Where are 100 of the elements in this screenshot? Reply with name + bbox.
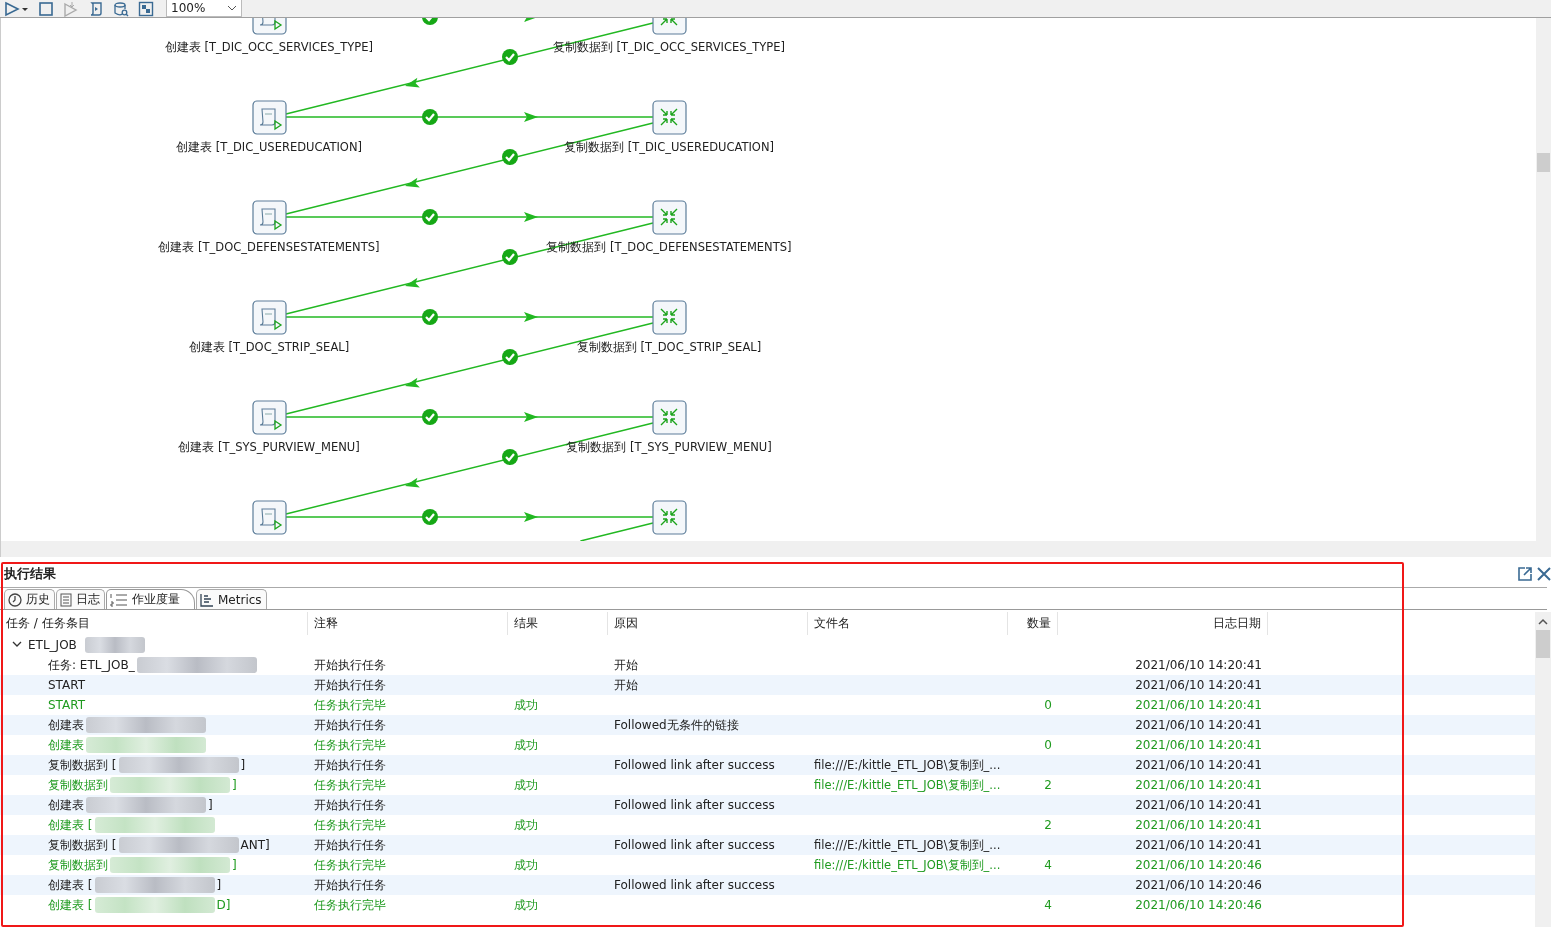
sql-script-node[interactable] xyxy=(252,18,287,35)
horizontal-scrollbar[interactable] xyxy=(1,541,1551,557)
table-cell: 2021/06/10 14:20:41 xyxy=(1135,818,1262,832)
table-cell: 开始执行任务 xyxy=(314,876,386,894)
tree-item[interactable]: 创建表 xyxy=(48,716,84,734)
list-icon xyxy=(110,592,128,607)
table-cell: 开始执行任务 xyxy=(314,716,386,734)
tree-item[interactable]: 复制数据到 [ xyxy=(48,836,117,854)
preview-icon[interactable] xyxy=(63,0,79,17)
table-cell: 2021/06/10 14:20:41 xyxy=(1135,838,1262,852)
transformation-node[interactable] xyxy=(652,200,687,235)
tree-item[interactable]: START xyxy=(48,698,86,712)
transformation-node[interactable] xyxy=(652,500,687,535)
hop-arrow[interactable] xyxy=(285,112,654,122)
tree-item[interactable]: 创建表 [ xyxy=(48,816,93,834)
table-cell: 开始执行任务 xyxy=(314,796,386,814)
transformation-node[interactable] xyxy=(652,400,687,435)
column-header[interactable]: 日志日期 xyxy=(1058,612,1268,635)
success-check-icon xyxy=(422,509,438,525)
vertical-scrollbar[interactable] xyxy=(1536,18,1551,541)
sql-script-node[interactable] xyxy=(252,400,287,435)
success-check-icon xyxy=(422,309,438,325)
maximize-icon[interactable] xyxy=(1517,566,1533,582)
table-cell: 任务执行完毕 xyxy=(314,736,386,754)
table-cell: 0 xyxy=(1044,698,1052,712)
scroll-thumb[interactable] xyxy=(1537,153,1550,172)
table-cell: Followed link after success xyxy=(614,878,775,892)
step-label: 创建表 [T_SYS_PURVIEW_MENU] xyxy=(178,440,360,454)
dropdown-caret-icon[interactable] xyxy=(227,4,237,12)
hop-arrow[interactable] xyxy=(285,312,654,322)
table-cell: 2021/06/10 14:20:41 xyxy=(1135,758,1262,772)
table-cell: 开始执行任务 xyxy=(314,836,386,854)
sql-script-node[interactable] xyxy=(252,200,287,235)
hop-line[interactable] xyxy=(579,522,654,541)
hop-arrow[interactable] xyxy=(285,412,654,422)
table-cell: 成功 xyxy=(514,696,538,714)
step-label: 创建表 [T_DOC_STRIP_SEAL] xyxy=(188,340,350,354)
tree-item[interactable]: 创建表 [ xyxy=(48,876,93,894)
tree-item[interactable]: START xyxy=(48,678,86,692)
table-cell: 开始执行任务 xyxy=(314,676,386,694)
step-label: 复制数据到 [T_DIC_USEREDUCATION] xyxy=(564,140,774,154)
scroll-thumb[interactable] xyxy=(1536,630,1550,658)
table-cell: 任务执行完毕 xyxy=(314,816,386,834)
table-cell: 任务执行完毕 xyxy=(314,696,386,714)
table-cell: 成功 xyxy=(514,816,538,834)
table-cell: 成功 xyxy=(514,736,538,754)
table-cell: 2 xyxy=(1044,818,1052,832)
tree-item[interactable]: 创建表 xyxy=(48,736,84,754)
sql-script-node[interactable] xyxy=(252,500,287,535)
vertical-scrollbar[interactable] xyxy=(1535,612,1551,927)
column-header[interactable]: 注释 xyxy=(308,612,508,635)
script-icon[interactable] xyxy=(88,0,104,17)
tree-item[interactable]: ETL_JOB xyxy=(28,638,77,652)
table-cell: Followed link after success xyxy=(614,758,775,772)
column-header[interactable]: 数量 xyxy=(1008,612,1058,635)
success-check-icon xyxy=(422,18,438,25)
table-cell: 成功 xyxy=(514,776,538,794)
database-search-icon[interactable] xyxy=(113,0,129,17)
tab[interactable]: 作业度量 xyxy=(106,589,195,609)
clock-icon xyxy=(8,592,22,607)
tab[interactable]: 日志 xyxy=(56,589,105,609)
success-check-icon xyxy=(502,249,518,265)
column-header[interactable]: 文件名 xyxy=(808,612,1008,635)
tree-item[interactable]: 任务: ETL_JOB_ xyxy=(48,656,135,674)
grid-icon[interactable] xyxy=(138,0,154,17)
transformation-node[interactable] xyxy=(652,18,687,35)
table-cell: Followed link after success xyxy=(614,838,775,852)
table-cell: 2021/06/10 14:20:41 xyxy=(1135,718,1262,732)
close-icon[interactable] xyxy=(1537,567,1551,581)
tab[interactable]: 历史 xyxy=(4,589,55,609)
step-label: 创建表 [T_DIC_OCC_SERVICES_TYPE] xyxy=(164,40,374,54)
table-cell: 任务执行完毕 xyxy=(314,896,386,914)
tree-item[interactable]: 复制数据到 xyxy=(48,856,108,874)
table-cell: 开始执行任务 xyxy=(314,656,386,674)
stop-icon[interactable] xyxy=(38,0,54,17)
hop-arrow[interactable] xyxy=(285,212,654,222)
column-header[interactable]: 任务 / 任务条目 xyxy=(0,612,308,635)
run-icon[interactable] xyxy=(4,0,20,17)
table-cell: Followed无条件的链接 xyxy=(614,716,739,734)
transformation-node[interactable] xyxy=(652,100,687,135)
document-icon xyxy=(60,592,72,607)
sql-script-node[interactable] xyxy=(252,100,287,135)
transformation-node[interactable] xyxy=(652,300,687,335)
tab[interactable]: Metrics xyxy=(196,589,267,609)
table-cell: ANT] xyxy=(240,838,270,852)
table-cell: ] xyxy=(216,878,222,892)
tree-item[interactable]: 创建表 xyxy=(48,796,84,814)
tree-item[interactable]: 创建表 [ xyxy=(48,896,93,914)
column-header[interactable]: 结果 xyxy=(508,612,608,635)
panel-title: 执行结果 xyxy=(4,565,56,583)
table-cell: 任务执行完毕 xyxy=(314,776,386,794)
hop-arrow[interactable] xyxy=(285,512,654,522)
column-header[interactable]: 原因 xyxy=(608,612,808,635)
tree-item[interactable]: 复制数据到 [ xyxy=(48,756,117,774)
sql-script-node[interactable] xyxy=(252,300,287,335)
success-check-icon xyxy=(502,349,518,365)
zoom-dropdown[interactable]: 100% xyxy=(166,0,242,17)
step-label: 复制数据到 [T_DOC_STRIP_SEAL] xyxy=(576,340,762,354)
tree-item[interactable]: 复制数据到 xyxy=(48,776,108,794)
table-cell: 2021/06/10 14:20:41 xyxy=(1135,698,1262,712)
